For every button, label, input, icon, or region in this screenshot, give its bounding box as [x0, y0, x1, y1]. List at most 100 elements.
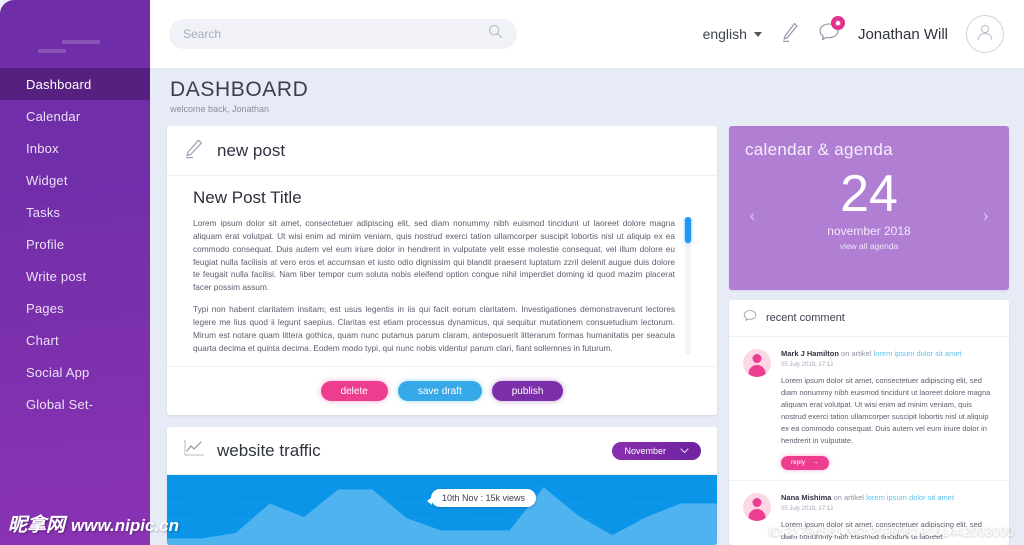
sidebar-item-profile[interactable]: Profile — [0, 228, 150, 260]
comment-meta: Nana Mishima on artikel lorem ipsum dolo… — [781, 493, 995, 504]
month-selector[interactable]: November — [612, 441, 701, 460]
sidebar-item-write-post[interactable]: Write post — [0, 260, 150, 292]
content-area: new post New Post Title Lorem ipsum dolo… — [150, 126, 1024, 545]
language-label: english — [702, 26, 747, 42]
comment-item: Nana Mishima on artikel lorem ipsum dolo… — [729, 481, 1009, 545]
top-bar: english — [150, 0, 1024, 68]
comment-author[interactable]: Mark J Hamilton — [781, 349, 839, 358]
sidebar-item-calendar[interactable]: Calendar — [0, 100, 150, 132]
traffic-chart[interactable]: 10th Nov : 15k views — [167, 475, 717, 545]
traffic-header: website traffic November — [167, 427, 717, 475]
calendar-day: 24 — [840, 165, 898, 223]
pencil-icon[interactable] — [780, 21, 800, 48]
sidebar-item-social-app[interactable]: Social App — [0, 356, 150, 388]
right-column: calendar & agenda ‹ › 24 november 2018 v… — [729, 126, 1009, 545]
reply-button[interactable]: reply → — [781, 455, 829, 470]
view-all-agenda-link[interactable]: view all agenda — [745, 241, 993, 251]
comment-date: 05 July 2018, 17:12 — [781, 505, 834, 512]
chevron-left-icon[interactable]: ‹ — [749, 204, 756, 227]
recent-comments-header: recent comment — [729, 300, 1009, 337]
notification-badge: ✹ — [830, 16, 845, 30]
new-post-title-label: new post — [217, 140, 286, 160]
sidebar-item-tasks[interactable]: Tasks — [0, 196, 150, 228]
page-subtitle: welcome back, Jonathan — [170, 104, 270, 114]
sidebar-item-label: Dashboard — [26, 76, 92, 92]
comment-item: Mark J Hamilton on artikel lorem ipsum d… — [729, 337, 1009, 481]
sidebar-item-chart[interactable]: Chart — [0, 324, 150, 356]
comment-article-link[interactable]: lorem ipsum dolor sit amet — [866, 493, 954, 502]
delete-button[interactable]: delete — [320, 381, 388, 401]
brand-logo-icon — [38, 40, 100, 54]
sidebar-item-label: Global Set- — [26, 396, 94, 412]
sidebar-nav: Dashboard Calendar Inbox Widget Tasks Pr… — [0, 68, 150, 420]
compose-button[interactable] — [780, 21, 800, 48]
pencil-icon — [183, 137, 205, 164]
calendar-agenda-widget: calendar & agenda ‹ › 24 november 2018 v… — [729, 126, 1009, 290]
dashboard-app: Dashboard Calendar Inbox Widget Tasks Pr… — [0, 0, 1024, 545]
post-scrollbar[interactable] — [685, 217, 691, 355]
post-text-scroll[interactable]: Lorem ipsum dolor sit amet, consectetuer… — [193, 217, 697, 357]
new-post-header: new post — [167, 126, 717, 176]
sidebar-item-label: Write post — [26, 268, 87, 284]
new-post-body: New Post Title Lorem ipsum dolor sit ame… — [167, 176, 717, 357]
post-paragraph: Lorem ipsum dolor sit amet, consectetuer… — [193, 218, 675, 293]
language-selector[interactable]: english — [703, 26, 762, 42]
left-column: new post New Post Title Lorem ipsum dolo… — [167, 126, 717, 545]
post-title: New Post Title — [193, 188, 302, 207]
avatar — [743, 349, 771, 377]
save-draft-button[interactable]: save draft — [397, 381, 482, 401]
search-input[interactable] — [183, 27, 488, 41]
reply-label: reply — [791, 459, 806, 467]
comment-article-link[interactable]: lorem ipsum dolor sit amet — [874, 349, 962, 358]
comment-text: Lorem ipsum dolor sit amet, consectetuer… — [781, 375, 991, 445]
page-header: DASHBOARD welcome back, Jonathan — [150, 68, 1024, 126]
user-avatar-icon — [973, 20, 997, 49]
sidebar-item-label: Tasks — [26, 204, 61, 220]
sidebar-item-label: Profile — [26, 236, 65, 252]
scrollbar-thumb[interactable] — [685, 217, 691, 243]
post-paragraph: Typi non habent claritatem insitam; est … — [193, 304, 675, 353]
publish-button[interactable]: publish — [491, 381, 564, 401]
sidebar-logo[interactable] — [0, 0, 150, 68]
comment-date: 05 July 2018, 17:12 — [781, 361, 834, 368]
main-area: english — [150, 0, 1024, 545]
chevron-down-icon[interactable] — [680, 446, 689, 456]
search-icon[interactable] — [488, 24, 503, 44]
comment-body: Nana Mishima on artikel lorem ipsum dolo… — [781, 493, 995, 545]
top-bar-right: english ✹ Jonathan Will — [703, 15, 1004, 53]
sidebar-item-label: Calendar — [26, 108, 81, 124]
avatar — [743, 492, 771, 521]
search-box[interactable] — [169, 19, 517, 49]
calendar-title: calendar & agenda — [745, 140, 893, 159]
sidebar-item-label: Widget — [26, 172, 68, 188]
calendar-month-year: november 2018 — [827, 224, 911, 238]
chevron-right-icon[interactable]: › — [982, 204, 989, 227]
line-chart-icon — [183, 438, 205, 463]
messages-button[interactable]: ✹ — [818, 16, 845, 47]
comment-bubble-icon — [743, 309, 757, 327]
page-title: DASHBOARD — [170, 78, 309, 101]
sidebar-item-dashboard[interactable]: Dashboard — [0, 68, 150, 100]
arrow-right-icon: → — [812, 459, 819, 467]
sidebar-item-global-settings[interactable]: Global Set- — [0, 388, 150, 420]
post-action-buttons: delete save draft publish — [167, 366, 717, 415]
chart-tooltip: 10th Nov : 15k views — [426, 489, 537, 507]
comment-meta: Mark J Hamilton on artikel lorem ipsum d… — [781, 349, 995, 360]
month-label: November — [624, 445, 666, 456]
avatar[interactable] — [966, 15, 1004, 53]
comment-author[interactable]: Nana Mishima — [781, 493, 831, 502]
chevron-down-icon[interactable] — [753, 31, 762, 37]
new-post-card: new post New Post Title Lorem ipsum dolo… — [167, 126, 717, 415]
recent-comments-card: recent comment Mark J Hamilton on artike… — [729, 300, 1009, 545]
sidebar-item-label: Pages — [26, 300, 64, 316]
sidebar-item-pages[interactable]: Pages — [0, 292, 150, 324]
comment-on-label: on artikel — [841, 349, 872, 358]
sidebar: Dashboard Calendar Inbox Widget Tasks Pr… — [0, 0, 150, 545]
comment-body: Mark J Hamilton on artikel lorem ipsum d… — [781, 349, 995, 470]
user-name-label: Jonathan Will — [857, 25, 948, 43]
sidebar-item-widget[interactable]: Widget — [0, 164, 150, 196]
comment-on-label: on artikel — [833, 492, 864, 502]
sidebar-item-inbox[interactable]: Inbox — [0, 132, 150, 164]
sidebar-item-label: Social App — [26, 364, 90, 380]
website-traffic-card: website traffic November 10th Nov: 15k … — [167, 427, 717, 545]
